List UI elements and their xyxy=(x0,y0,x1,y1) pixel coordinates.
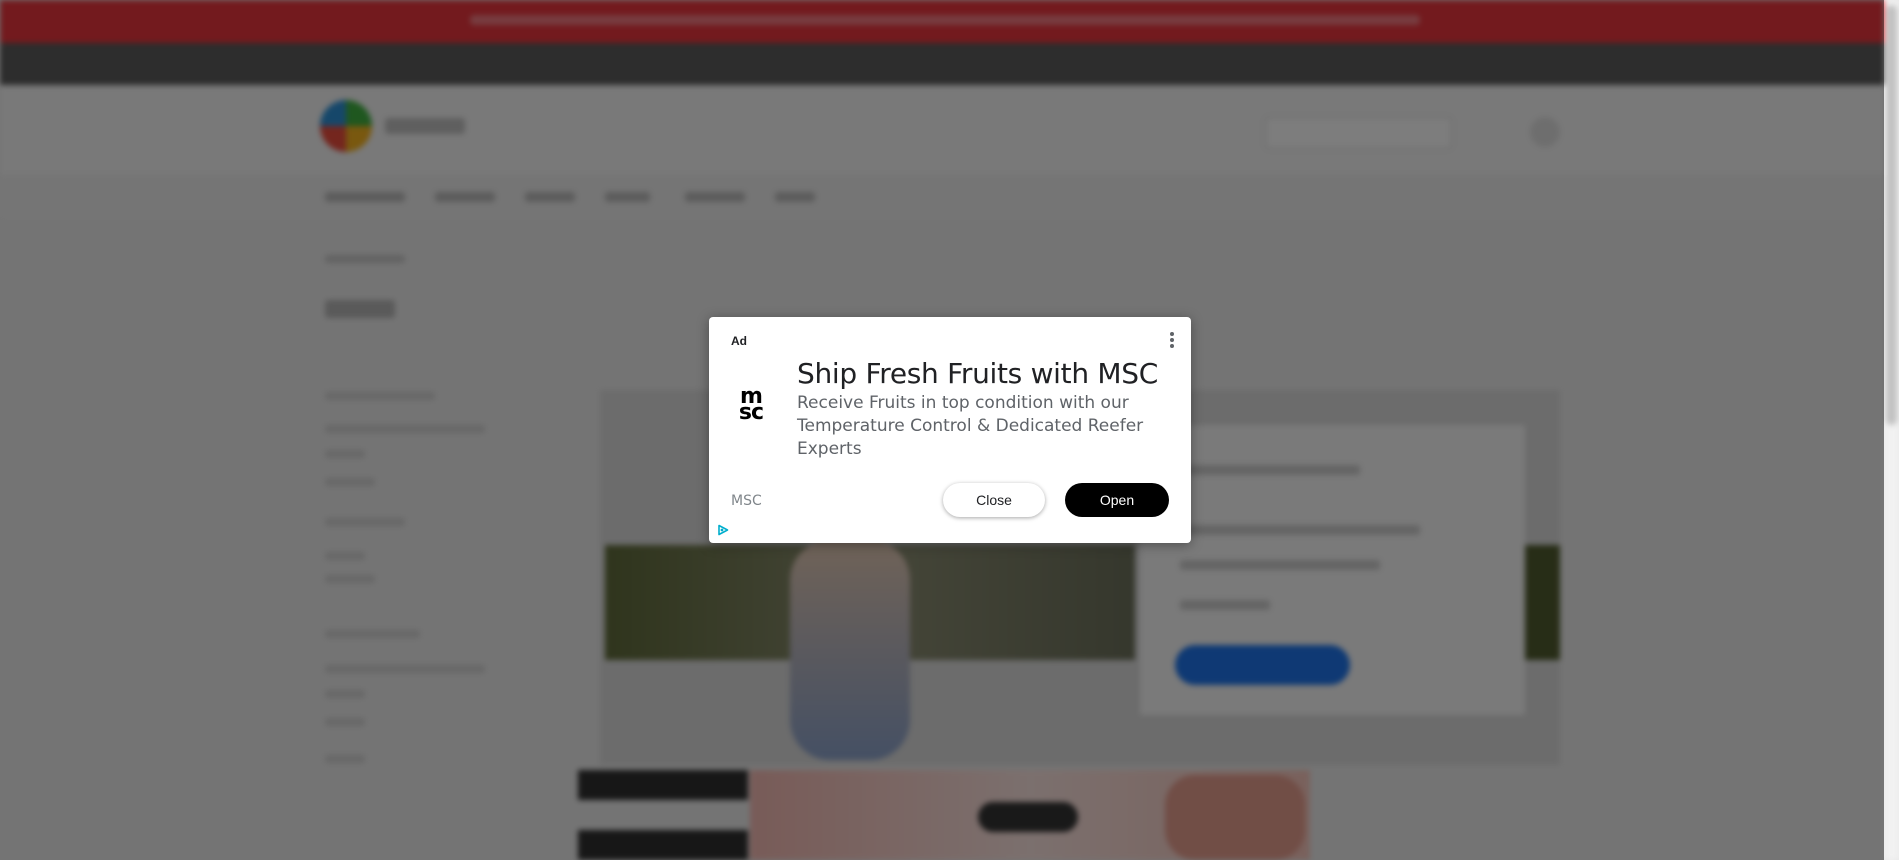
ad-modal: Ad m sc Ship Fresh Fruits with MSC Recei… xyxy=(709,317,1191,543)
adchoices-icon[interactable] xyxy=(717,524,729,536)
scrollbar xyxy=(1884,0,1899,860)
open-button[interactable]: Open xyxy=(1065,483,1169,517)
ad-body-text[interactable]: Receive Fruits in top condition with our… xyxy=(797,392,1167,461)
ad-headline[interactable]: Ship Fresh Fruits with MSC xyxy=(797,357,1177,390)
close-button[interactable]: Close xyxy=(943,483,1045,517)
ad-label: Ad xyxy=(731,334,747,348)
ad-advertiser-name[interactable]: MSC xyxy=(731,493,762,509)
more-vert-icon[interactable] xyxy=(1166,331,1178,351)
msc-logo[interactable]: m sc xyxy=(731,386,771,429)
scrollbar-thumb xyxy=(1886,5,1897,425)
